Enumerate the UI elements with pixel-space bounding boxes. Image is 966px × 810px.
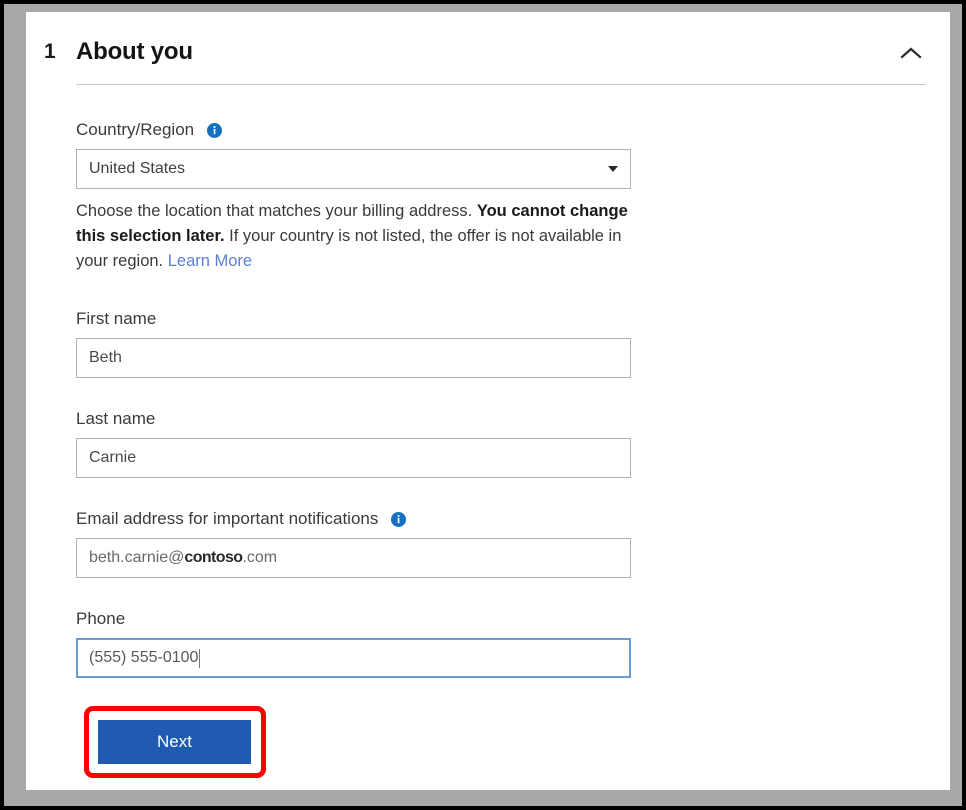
field-email: Email address for important notification…: [76, 508, 656, 578]
screenshot-root: 1 About you Country/Region: [0, 0, 966, 810]
section-header: 1 About you: [44, 12, 926, 70]
email-field[interactable]: beth.carnie@contoso.com: [76, 538, 631, 578]
last-name-label: Last name: [76, 408, 155, 430]
page-title: About you: [76, 38, 193, 66]
helper-prefix: Choose the location that matches your bi…: [76, 202, 477, 220]
spacer: [76, 274, 656, 308]
field-country-region: Country/Region United States: [76, 119, 656, 274]
chevron-up-icon[interactable]: [896, 38, 926, 68]
country-region-helper-text: Choose the location that matches your bi…: [76, 199, 636, 274]
country-region-select[interactable]: United States: [76, 149, 631, 189]
section-header-row: 1 About you: [44, 34, 926, 70]
text-caret: [199, 649, 200, 668]
phone-value: (555) 555-0100: [89, 649, 198, 667]
phone-input[interactable]: (555) 555-0100: [76, 638, 631, 678]
step-number: 1: [44, 40, 76, 64]
country-region-select-wrap: United States: [76, 149, 631, 189]
email-value-prefix: beth.carnie@: [89, 549, 184, 567]
next-button-area: Next: [76, 706, 306, 790]
last-name-input[interactable]: [76, 438, 631, 478]
next-button[interactable]: Next: [98, 720, 251, 764]
email-label-row: Email address for important notification…: [76, 508, 656, 530]
field-first-name: First name: [76, 308, 656, 378]
info-icon[interactable]: [207, 123, 222, 138]
country-region-label-row: Country/Region: [76, 119, 656, 141]
first-name-label: First name: [76, 308, 156, 330]
spacer: [76, 578, 656, 608]
info-icon[interactable]: [391, 512, 406, 527]
learn-more-link[interactable]: Learn More: [168, 252, 252, 270]
about-you-card: 1 About you Country/Region: [26, 12, 950, 790]
email-value-suffix: .com: [242, 549, 277, 567]
email-label: Email address for important notification…: [76, 508, 378, 530]
first-name-label-row: First name: [76, 308, 656, 330]
field-phone: Phone (555) 555-0100: [76, 608, 656, 678]
spacer: [76, 378, 656, 408]
field-last-name: Last name: [76, 408, 656, 478]
email-value-masked: contoso: [184, 549, 242, 567]
country-region-label: Country/Region: [76, 119, 194, 141]
first-name-input[interactable]: [76, 338, 631, 378]
about-you-form: Country/Region United States: [76, 85, 656, 678]
phone-label-row: Phone: [76, 608, 656, 630]
spacer: [76, 478, 656, 508]
phone-label: Phone: [76, 608, 125, 630]
country-region-selected-value: United States: [89, 160, 185, 178]
last-name-label-row: Last name: [76, 408, 656, 430]
